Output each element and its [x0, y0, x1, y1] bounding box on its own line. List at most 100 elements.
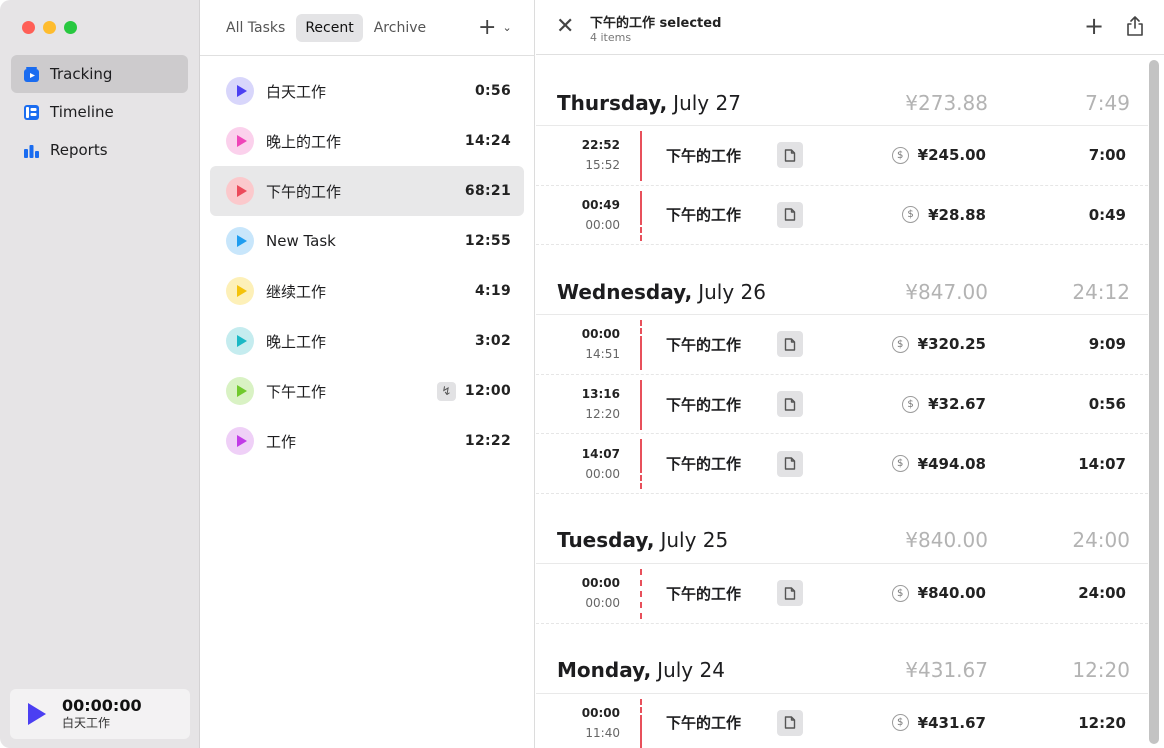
task-play-button[interactable]: [226, 427, 254, 455]
minimize-window-button[interactable]: [43, 21, 56, 34]
time-entry-row[interactable]: 14:07 00:00 下午的工作 $ ¥494.08 14:07: [536, 434, 1148, 494]
play-icon: [236, 435, 247, 447]
close-icon[interactable]: ✕: [556, 16, 574, 38]
task-row[interactable]: 白天工作 0:56: [210, 66, 524, 116]
task-duration: 3:02: [474, 333, 511, 349]
note-icon[interactable]: [777, 201, 803, 228]
time-entry-row[interactable]: 00:49 00:00 下午的工作 $ ¥28.88 0:49: [536, 186, 1148, 246]
day-section: Tuesday, July 25 ¥840.00 24:00 00:00 00:00 下午的…: [536, 518, 1148, 624]
add-task-menu-button[interactable]: + ⌄: [478, 15, 512, 40]
day-section: Monday, July 24 ¥431.67 12:20 00:00 11:40 下午的工…: [536, 648, 1148, 748]
task-row[interactable]: New Task 12:55: [210, 216, 524, 266]
task-row[interactable]: 下午工作 ↯ 12:00: [210, 366, 524, 416]
time-entry-row[interactable]: 00:00 11:40 下午的工作 $ ¥431.67 12:20: [536, 694, 1148, 748]
play-icon: [236, 385, 247, 397]
play-icon[interactable]: [28, 703, 46, 725]
close-window-button[interactable]: [22, 21, 35, 34]
task-play-button[interactable]: [226, 227, 254, 255]
task-play-button[interactable]: [226, 377, 254, 405]
tab-archive[interactable]: Archive: [365, 14, 435, 42]
note-icon[interactable]: [777, 450, 803, 477]
entries-list[interactable]: Thursday, July 27 ¥273.88 7:49 22:52 15:52 下午的…: [536, 56, 1148, 748]
task-name: 白天工作: [266, 82, 327, 101]
entry-earnings: $ ¥494.08: [891, 455, 986, 473]
entry-task-name: 下午的工作: [666, 455, 742, 474]
sidebar: Tracking Timeline Reports 00:00:00 白天工作: [0, 0, 200, 748]
note-icon[interactable]: [777, 580, 803, 607]
task-row[interactable]: 晚上工作 3:02: [210, 316, 524, 366]
day-total-duration: 7:49: [1085, 90, 1130, 115]
day-total-duration: 24:00: [1072, 528, 1130, 553]
entry-duration: 7:00: [1088, 146, 1126, 165]
task-play-button[interactable]: [226, 177, 254, 205]
sidebar-item-reports[interactable]: Reports: [11, 131, 188, 169]
time-entry-row[interactable]: 22:52 15:52 下午的工作 $ ¥245.00 7:00: [536, 126, 1148, 186]
entry-task-name: 下午的工作: [666, 395, 742, 414]
dollar-icon: $: [891, 584, 909, 602]
entry-earnings: $ ¥840.00: [891, 584, 986, 603]
note-icon[interactable]: [777, 142, 803, 169]
mini-player[interactable]: 00:00:00 白天工作: [10, 689, 190, 739]
entry-duration: 9:09: [1088, 335, 1126, 354]
task-duration: 12:22: [464, 433, 511, 449]
dollar-icon: $: [891, 714, 909, 732]
entry-times: 00:00 14:51: [536, 324, 620, 364]
sidebar-nav: Tracking Timeline Reports: [11, 55, 188, 169]
task-name: New Task: [266, 232, 336, 250]
task-play-button[interactable]: [226, 327, 254, 355]
task-row[interactable]: 工作 12:22: [210, 416, 524, 466]
note-icon[interactable]: [777, 391, 803, 418]
task-list-pane: All Tasks Recent Archive + ⌄ 白天工作 0:56 晚上的…: [200, 0, 535, 748]
add-entry-icon[interactable]: +: [1084, 14, 1104, 38]
time-entry-row[interactable]: 00:00 14:51 下午的工作 $ ¥320.25 9:09: [536, 315, 1148, 375]
entry-task-name: 下午的工作: [666, 335, 742, 354]
time-entry-row[interactable]: 00:00 00:00 下午的工作 $ ¥840.00 24:00: [536, 564, 1148, 624]
task-duration: 14:24: [464, 133, 511, 149]
tab-all-tasks[interactable]: All Tasks: [217, 14, 294, 42]
task-row[interactable]: 下午的工作 68:21: [210, 166, 524, 216]
task-duration: 68:21: [464, 183, 511, 199]
time-entry-row[interactable]: 13:16 12:20 下午的工作 $ ¥32.67 0:56: [536, 375, 1148, 435]
entry-earnings: $ ¥32.67: [902, 395, 986, 413]
detail-header: ✕ 下午的工作 selected 4 items +: [536, 0, 1164, 55]
entry-amount: ¥320.25: [917, 335, 986, 354]
day-total-amount: ¥273.88: [905, 90, 988, 115]
sidebar-item-timeline[interactable]: Timeline: [11, 93, 188, 131]
task-list: 白天工作 0:56 晚上的工作 14:24 下午的工作 68:21 New Task 12:5…: [210, 66, 524, 466]
entry-color-bar: [640, 439, 642, 490]
entry-task-name: 下午的工作: [666, 146, 742, 165]
entry-color-bar: [640, 131, 642, 181]
entry-duration: 0:49: [1088, 205, 1126, 224]
tab-recent[interactable]: Recent: [296, 14, 363, 42]
day-total-duration: 24:12: [1072, 279, 1130, 304]
entry-start-time: 12:20: [585, 407, 620, 422]
sidebar-item-tracking[interactable]: Tracking: [11, 55, 188, 93]
play-icon: [236, 335, 247, 347]
task-play-button[interactable]: [226, 77, 254, 105]
entry-start-time: 00:00: [585, 217, 620, 232]
task-play-button[interactable]: [226, 127, 254, 155]
entry-color-bar: [640, 320, 642, 371]
tracking-icon: [24, 66, 39, 82]
scrollbar[interactable]: [1149, 60, 1159, 744]
note-icon[interactable]: [777, 709, 803, 736]
window-controls: [22, 21, 77, 34]
play-icon: [236, 135, 247, 147]
day-weekday: Monday,: [557, 658, 652, 683]
sidebar-item-label: Reports: [50, 141, 108, 159]
share-icon[interactable]: [1126, 16, 1144, 36]
task-row[interactable]: 晚上的工作 14:24: [210, 116, 524, 166]
entry-amount: ¥840.00: [917, 584, 986, 603]
day-total-duration: 12:20: [1072, 658, 1130, 683]
day-total-amount: ¥431.67: [905, 658, 988, 683]
task-play-button[interactable]: [226, 277, 254, 305]
task-duration: 12:00: [464, 383, 511, 399]
zoom-window-button[interactable]: [64, 21, 77, 34]
chevron-down-icon: ⌄: [502, 21, 512, 34]
entry-color-bar: [640, 190, 642, 241]
day-date: July 27: [673, 90, 741, 115]
entry-earnings: $ ¥28.88: [902, 206, 986, 224]
entry-end-time: 22:52: [581, 138, 620, 153]
task-row[interactable]: 继续工作 4:19: [210, 266, 524, 316]
note-icon[interactable]: [777, 331, 803, 358]
